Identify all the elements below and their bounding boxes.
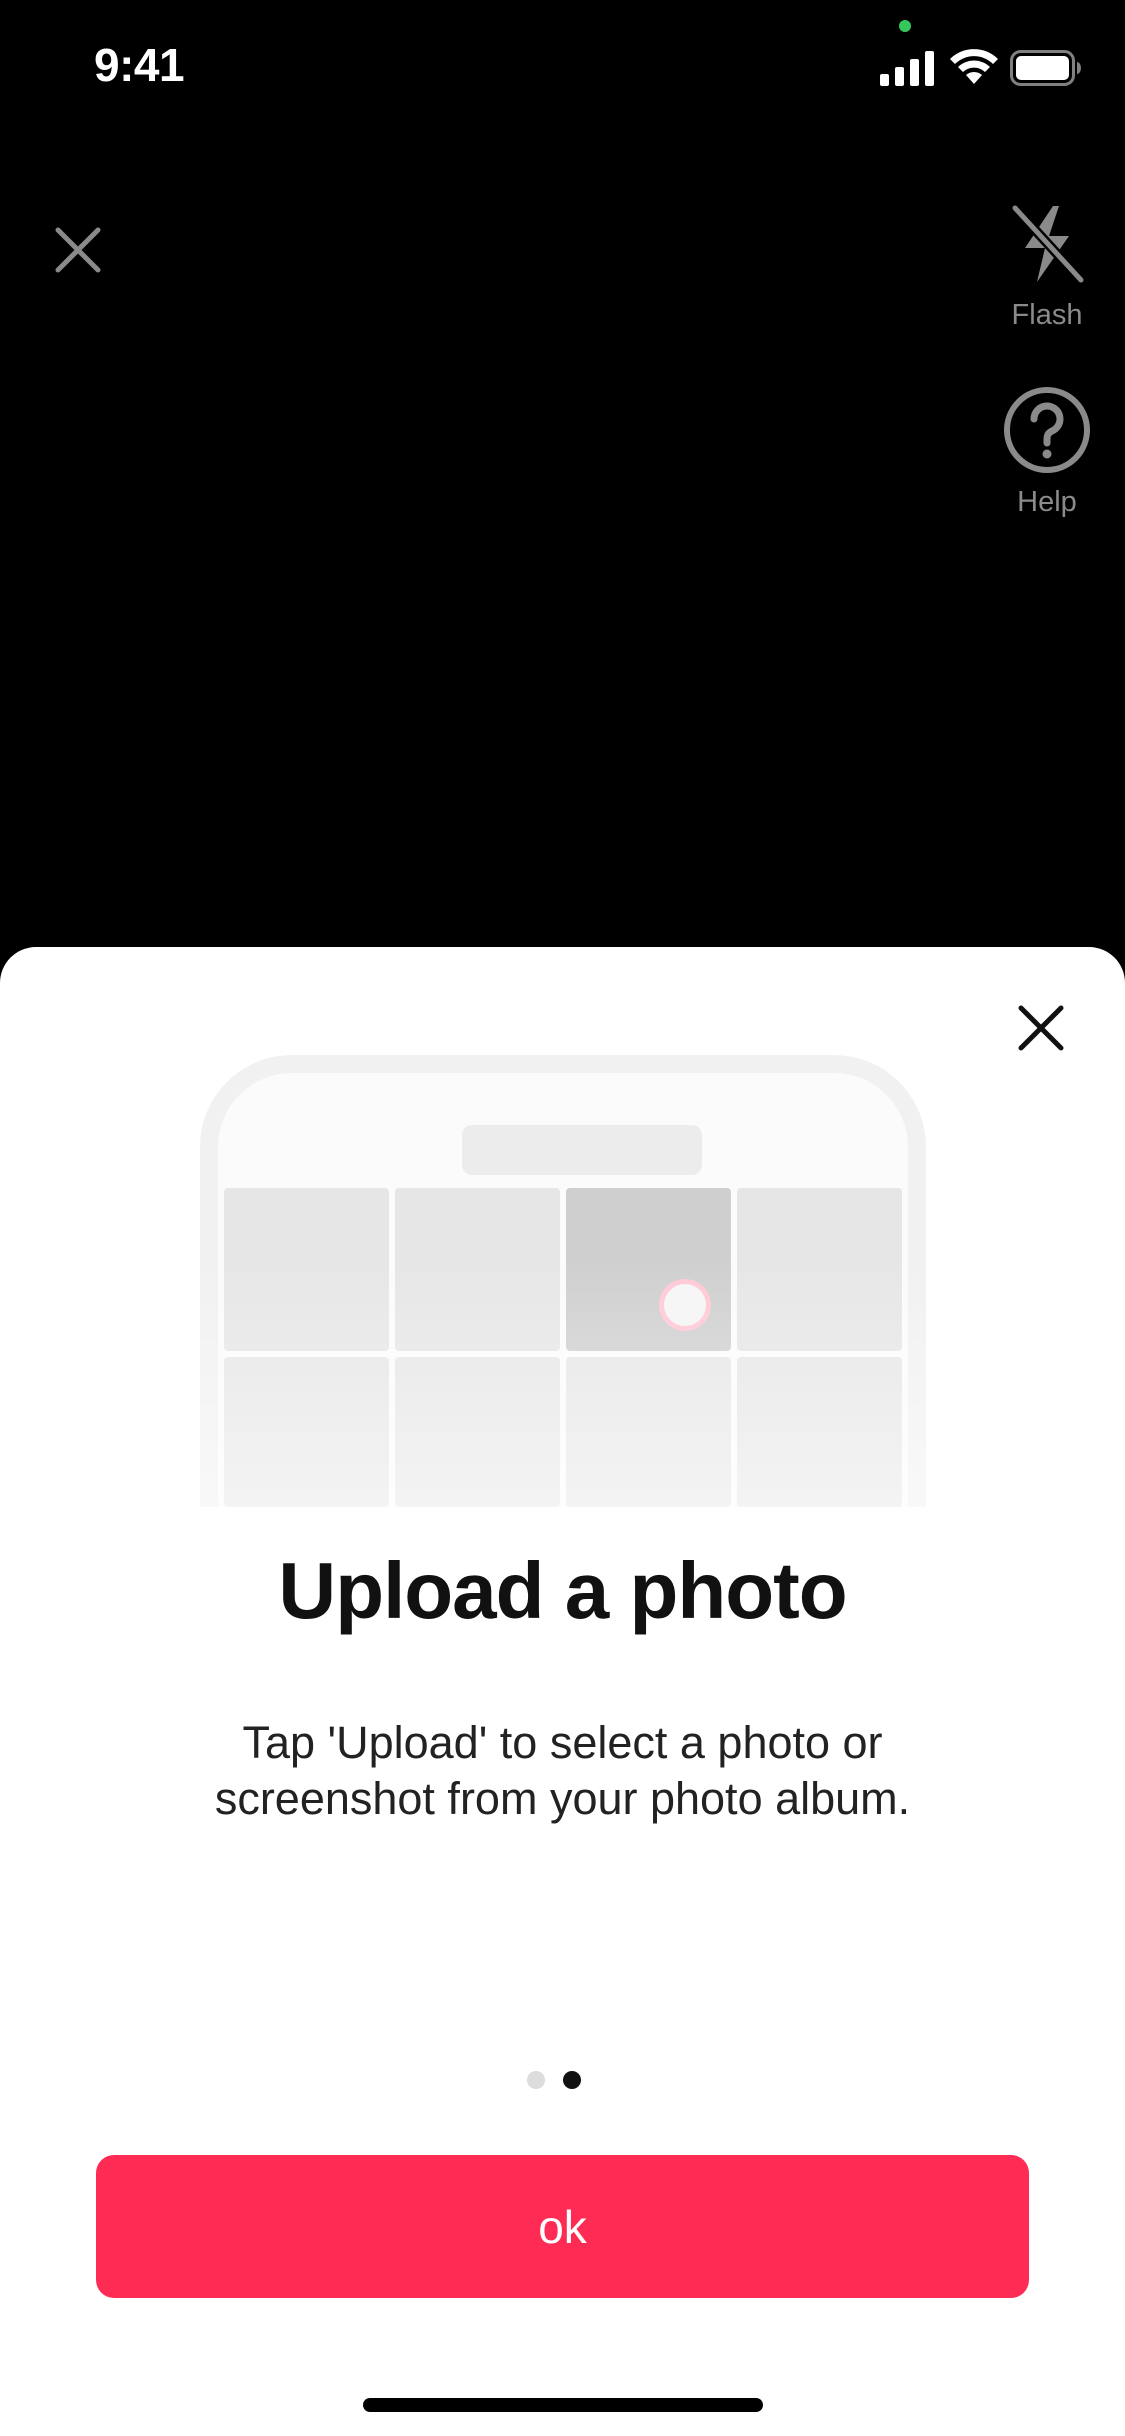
illustration-selected-photo-tile (566, 1188, 731, 1351)
sheet-description: Tap 'Upload' to select a photo or screen… (214, 1717, 911, 1824)
status-time: 9:41 (94, 39, 185, 91)
flash-label: Flash (1011, 299, 1083, 331)
page-dot (527, 2071, 545, 2089)
help-button[interactable]: Help (982, 385, 1112, 519)
upload-illustration (200, 1055, 926, 1507)
sheet-close-icon[interactable] (1015, 1002, 1067, 1054)
wifi-icon (950, 49, 998, 84)
illustration-photo-tile (224, 1188, 389, 1351)
illustration-photo-tile (737, 1357, 902, 1507)
illustration-photo-tile (737, 1188, 902, 1351)
cellular-signal-icon (880, 51, 934, 86)
status-bar: 9:41 (0, 0, 1125, 140)
battery-icon (1010, 50, 1081, 86)
selection-circle-icon (659, 1279, 711, 1331)
illustration-photo-grid (224, 1188, 902, 1507)
camera-in-use-indicator (899, 20, 911, 32)
home-indicator[interactable] (363, 2398, 763, 2412)
help-label: Help (1017, 486, 1077, 518)
flash-off-icon (1010, 203, 1086, 285)
illustration-photo-tile (224, 1357, 389, 1507)
illustration-header-bar (462, 1125, 702, 1175)
sheet-title: Upload a photo (278, 1546, 847, 1635)
help-icon (1004, 387, 1090, 473)
flash-button[interactable]: Flash (982, 200, 1112, 332)
camera-close-icon[interactable] (50, 222, 106, 278)
illustration-photo-tile (395, 1357, 560, 1507)
page-dot-active (563, 2071, 581, 2089)
illustration-photo-tile (395, 1188, 560, 1351)
ok-button[interactable]: ok (96, 2155, 1029, 2298)
page-indicator (527, 2071, 581, 2089)
illustration-photo-tile (566, 1357, 731, 1507)
